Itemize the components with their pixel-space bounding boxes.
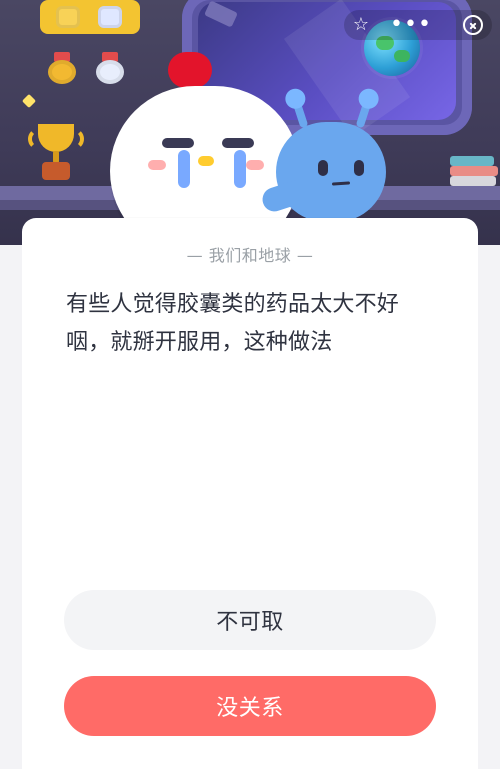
answer-option-2[interactable]: 没关系 xyxy=(64,676,436,736)
trophy-base xyxy=(42,162,70,180)
earth-land xyxy=(394,50,410,62)
medal-slot-gold xyxy=(56,6,80,28)
trophy-icon xyxy=(28,116,84,186)
answer-option-1[interactable]: 不可取 xyxy=(64,590,436,650)
hero-illustration: ☆ ••• xyxy=(0,0,500,245)
quiz-card: — 我们和地球 — 有些人觉得胶囊类的药品太大不好咽，就掰开服用，这种做法 不可… xyxy=(22,218,478,769)
alien-head xyxy=(276,122,386,222)
medal-disc xyxy=(48,60,76,84)
sparkle-icon xyxy=(21,93,37,109)
close-icon xyxy=(463,15,483,35)
book xyxy=(450,156,494,166)
tear-icon xyxy=(178,150,190,188)
tear-icon xyxy=(234,150,246,188)
book xyxy=(450,176,496,186)
quiz-category: — 我们和地球 — xyxy=(186,246,314,265)
gold-medal-icon xyxy=(48,52,76,84)
alien-eye xyxy=(354,160,364,176)
quiz-question: 有些人觉得胶囊类的药品太大不好咽，就掰开服用，这种做法 xyxy=(66,292,400,355)
alien-antenna xyxy=(355,86,382,129)
alien-antenna xyxy=(282,86,309,129)
chick-eye xyxy=(222,138,254,148)
book xyxy=(450,166,498,176)
medal-rack xyxy=(40,0,140,34)
chick-comb xyxy=(168,52,212,88)
chick-eye xyxy=(162,138,194,148)
star-icon[interactable]: ☆ xyxy=(346,10,376,40)
medal-slot-silver xyxy=(98,6,122,28)
chick-beak xyxy=(198,156,214,166)
top-right-controls: ☆ ••• xyxy=(344,10,492,40)
alien-eye xyxy=(318,160,328,176)
close-circle-icon[interactable] xyxy=(458,10,488,40)
screen: ☆ ••• — 我们和地球 — 有些人觉得胶囊类的药品太大不好咽，就掰开服用，这… xyxy=(0,0,500,769)
more-button[interactable]: ••• xyxy=(390,10,431,40)
chick-cheek xyxy=(148,160,166,170)
books-icon xyxy=(450,150,500,190)
